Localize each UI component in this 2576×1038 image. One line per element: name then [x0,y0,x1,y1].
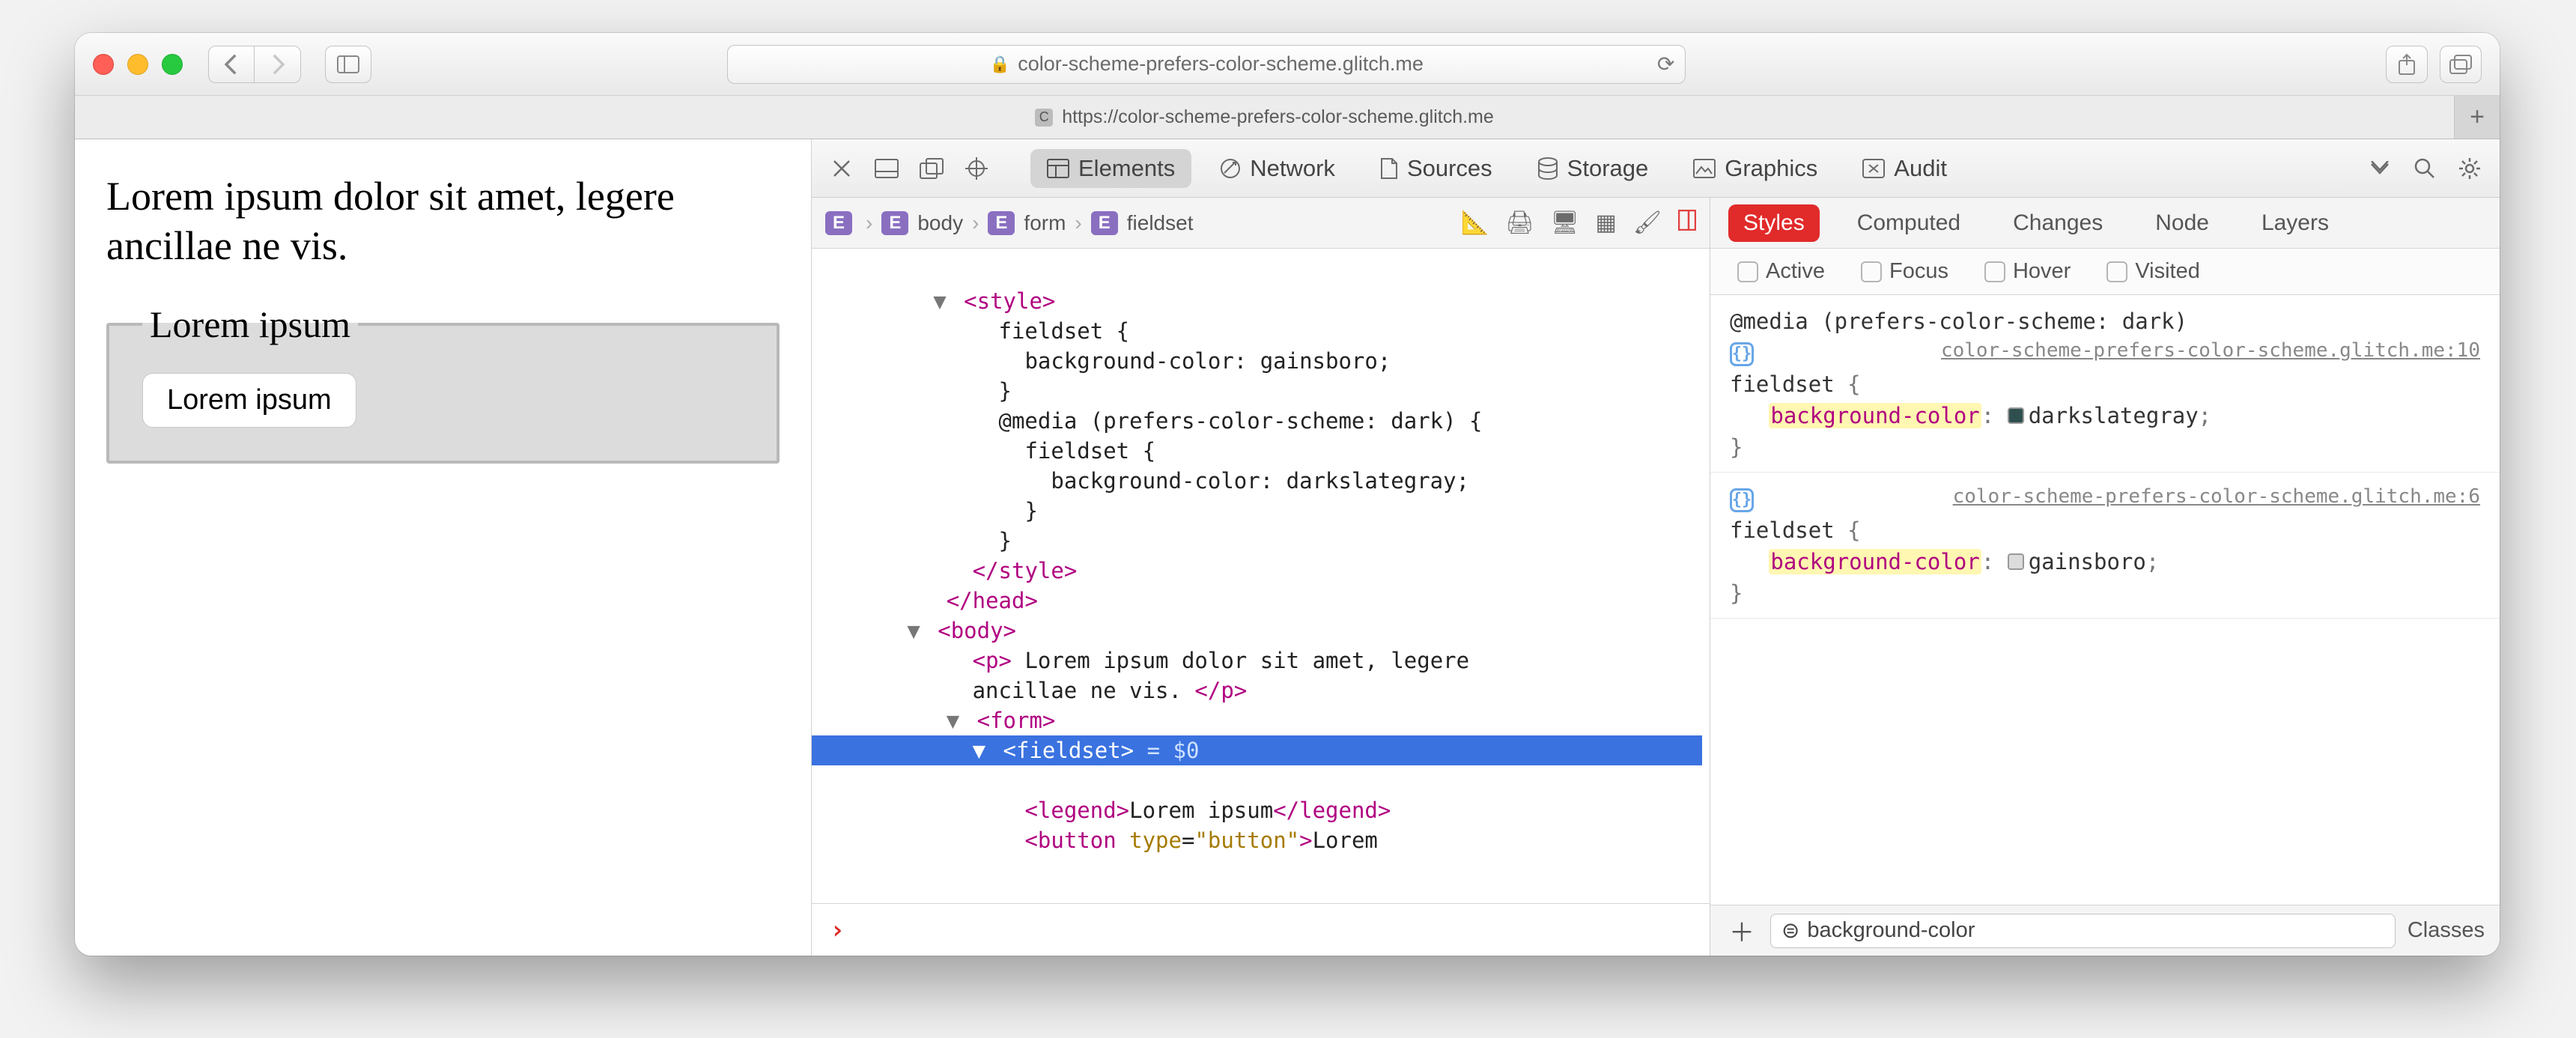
browser-tab[interactable]: C https://color-scheme-prefers-color-sch… [75,96,2455,139]
color-swatch-2[interactable] [2008,553,2024,570]
pseudo-hover[interactable]: Hover [1984,259,2071,284]
dock-popout-icon[interactable] [915,152,948,185]
styles-tabs: Styles Computed Changes Node Layers [1710,198,2500,249]
gear-icon[interactable] [2453,152,2486,185]
share-button[interactable] [2386,46,2428,83]
pseudo-focus[interactable]: Focus [1861,259,1948,284]
style-rules[interactable]: @media (prefers-color-scheme: dark) {}co… [1710,295,2500,905]
new-tab-button[interactable]: + [2455,96,2500,139]
elements-icon [1047,159,1069,178]
lock-icon: 🔒 [990,55,1010,74]
pseudo-visited[interactable]: Visited [2106,259,2200,284]
content-area: Lorem ipsum dolor sit amet, legere ancil… [75,139,2500,956]
console-strip[interactable]: › [812,903,1710,956]
pseudo-class-row: Active Focus Hover Visited [1710,249,2500,295]
styles-filter-row: ＋ ⊜ background-color Classes [1710,905,2500,956]
search-icon[interactable] [2408,152,2441,185]
tab-layers[interactable]: Layers [2247,204,2344,242]
audit-icon [1862,159,1885,178]
console-prompt-icon: › [830,915,845,945]
titlebar: 🔒 color-scheme-prefers-color-scheme.glit… [75,33,2500,96]
network-icon [1220,158,1241,179]
print-icon[interactable]: 🖨 [1505,210,1534,236]
color-swatch-1[interactable] [2008,407,2024,424]
forward-button[interactable] [255,46,301,83]
dom-pane: E › Ebody › Eform › Efieldset 📐 🖨 🖥 ▦ 🖌 [812,198,1710,956]
devtools-toolbar: Elements Network Sources Storage Graphic… [812,139,2500,198]
new-rule-button[interactable]: ＋ [1725,914,1758,947]
tab-computed[interactable]: Computed [1842,204,1975,242]
ruler-icon[interactable]: 📐 [1461,210,1489,236]
filter-input[interactable]: ⊜ background-color [1770,914,2396,948]
browser-window: 🔒 color-scheme-prefers-color-scheme.glit… [75,33,2500,956]
graphics-icon [1693,159,1716,178]
tab-audit[interactable]: Audit [1846,149,1963,188]
rendered-page: Lorem ipsum dolor sit amet, legere ancil… [75,139,812,956]
back-button[interactable] [208,46,255,83]
filter-icon: ⊜ [1781,917,1799,944]
tab-bar: C https://color-scheme-prefers-color-sch… [75,96,2500,139]
tab-storage[interactable]: Storage [1521,149,1665,188]
page-fieldset: Lorem ipsum Lorem ipsum [106,303,780,464]
crumb-body[interactable]: Ebody [881,211,963,235]
nav-buttons [208,46,301,83]
sidebar-toggle[interactable] [325,46,371,83]
devtools: Elements Network Sources Storage Graphic… [812,139,2500,956]
close-icon[interactable] [825,152,858,185]
source-link-2[interactable]: color-scheme-prefers-color-scheme.glitch… [1953,483,2480,512]
overflow-icon[interactable] [2363,152,2396,185]
window-controls [93,54,183,75]
tab-sources[interactable]: Sources [1364,149,1509,188]
breadcrumb: E › Ebody › Eform › Efieldset 📐 🖨 🖥 ▦ 🖌 [812,198,1710,249]
dom-tree[interactable]: ▼ <style> fieldset { background-color: g… [812,249,1710,903]
storage-icon [1537,157,1558,180]
styles-pane: Styles Computed Changes Node Layers Acti… [1710,198,2500,956]
zoom-window[interactable] [162,54,183,75]
page-legend: Lorem ipsum [142,303,358,346]
rule-block-1: @media (prefers-color-scheme: dark) {}co… [1710,295,2500,473]
reload-icon[interactable]: ⟳ [1657,52,1674,76]
tab-changes[interactable]: Changes [1998,204,2118,242]
rule-origin-icon[interactable]: {} [1730,342,1754,366]
tab-graphics[interactable]: Graphics [1677,149,1834,188]
inspect-element-icon[interactable] [960,152,993,185]
tab-network[interactable]: Network [1203,149,1352,188]
tabs-button[interactable] [2440,46,2482,83]
device-icon[interactable]: 🖥 [1550,210,1579,236]
rule-block-2: {} color-scheme-prefers-color-scheme.glit… [1710,473,2500,619]
crumb-fieldset[interactable]: Efieldset [1091,211,1194,235]
favicon-icon: C [1035,109,1053,127]
sources-icon [1380,157,1398,180]
url-text: color-scheme-prefers-color-scheme.glitch… [1018,52,1424,76]
crumb-form[interactable]: Eform [988,211,1066,235]
paint-icon[interactable]: 🖌 [1633,210,1662,236]
rule-origin-icon[interactable]: {} [1730,488,1754,512]
selected-node[interactable]: ▼ <fieldset> = $0 [812,735,1702,765]
classes-toggle[interactable]: Classes [2408,918,2485,943]
layout-icon[interactable] [1678,210,1696,236]
grid-icon[interactable]: ▦ [1596,210,1617,236]
source-link-1[interactable]: color-scheme-prefers-color-scheme.glitch… [1941,337,2480,365]
close-window[interactable] [93,54,114,75]
tab-styles[interactable]: Styles [1728,204,1820,242]
pseudo-active[interactable]: Active [1737,259,1825,284]
page-paragraph: Lorem ipsum dolor sit amet, legere ancil… [106,172,780,271]
url-bar[interactable]: 🔒 color-scheme-prefers-color-scheme.glit… [727,45,1686,84]
crumb-root[interactable]: E [825,211,857,235]
tab-title: https://color-scheme-prefers-color-schem… [1062,106,1494,128]
tab-elements[interactable]: Elements [1030,149,1191,188]
tab-node[interactable]: Node [2140,204,2224,242]
dock-bottom-icon[interactable] [870,152,903,185]
minimize-window[interactable] [127,54,148,75]
page-button[interactable]: Lorem ipsum [142,373,356,428]
